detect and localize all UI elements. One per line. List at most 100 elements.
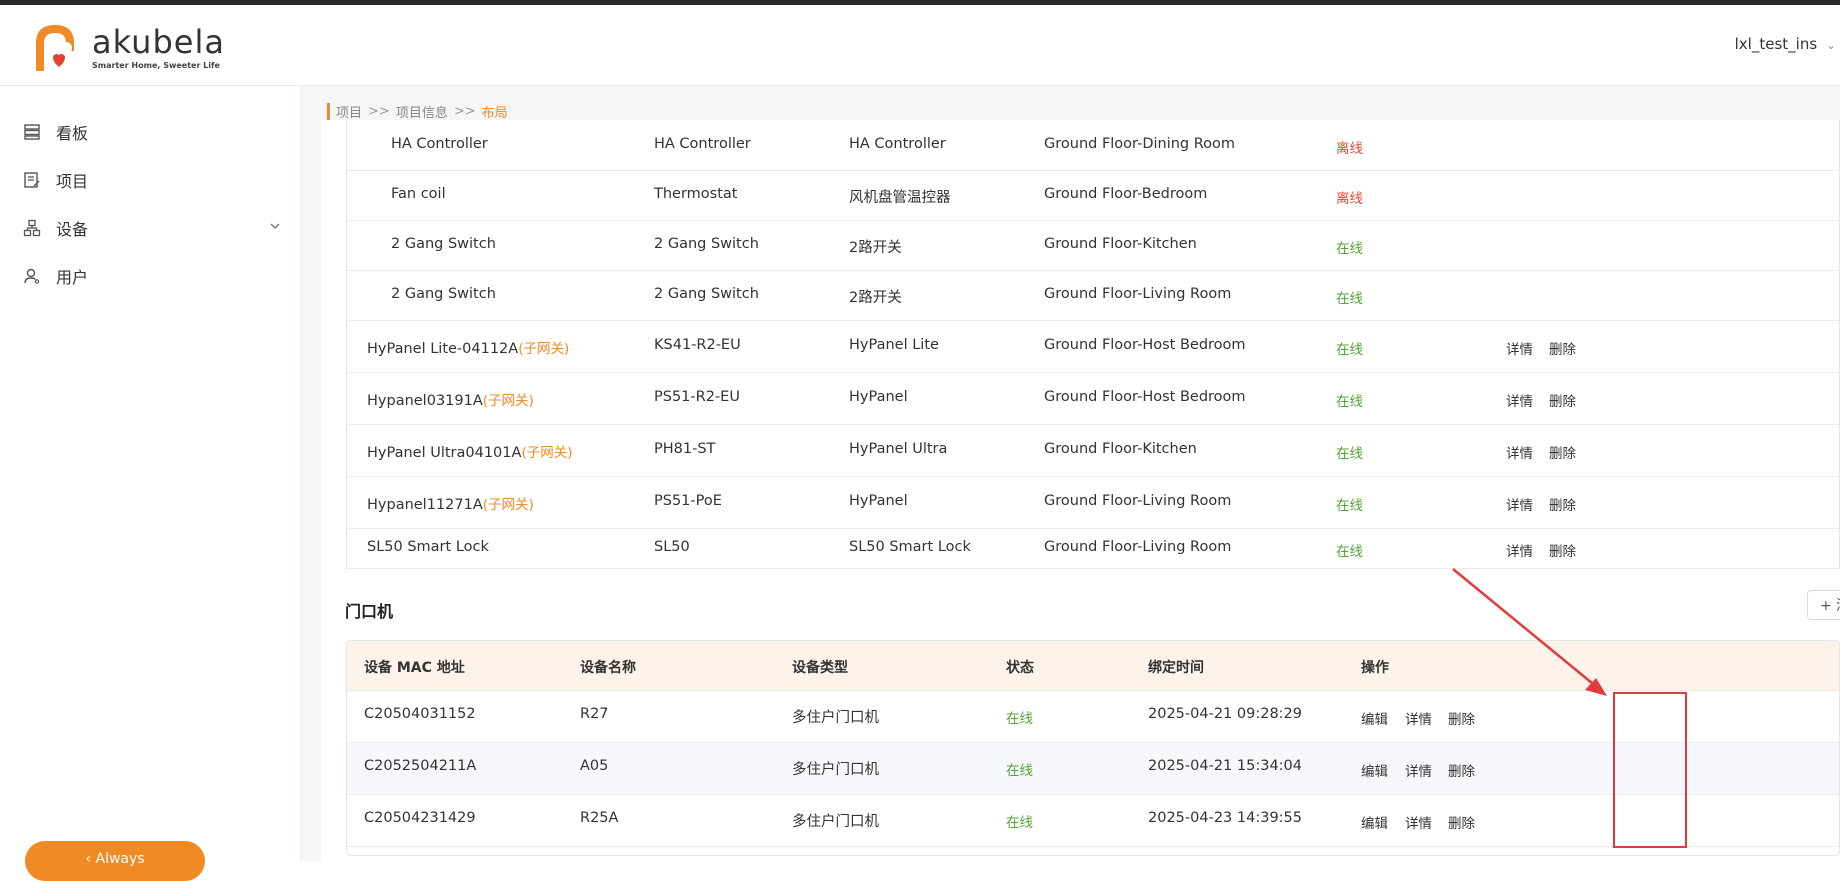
- delete-link[interactable]: 删除: [1549, 540, 1576, 560]
- delete-link[interactable]: 删除: [1549, 338, 1576, 358]
- device-name-cell: HyPanel Ultra04101A(子网关): [367, 441, 572, 461]
- delete-link[interactable]: 删除: [1448, 760, 1475, 780]
- detail-link[interactable]: 详情: [1405, 812, 1432, 832]
- device-name-cell: 2 Gang Switch: [391, 286, 496, 302]
- status-badge: 在线: [1336, 544, 1363, 560]
- device-model-cell: Thermostat: [654, 186, 738, 202]
- device-icon: [22, 218, 42, 238]
- detail-link[interactable]: 详情: [1405, 760, 1432, 780]
- sidebar-item-label: 用户: [56, 268, 89, 287]
- device-location-cell: Ground Floor-Kitchen: [1044, 441, 1197, 457]
- breadcrumb-separator: >>: [453, 104, 476, 119]
- device-location-cell: Ground Floor-Kitchen: [1044, 236, 1197, 252]
- delete-link[interactable]: 删除: [1549, 494, 1576, 514]
- sidebar: 看板 项目 设备 用户 ‹ Always: [0, 86, 301, 881]
- device-name-cell: SL50 Smart Lock: [367, 539, 489, 555]
- device-name: 2 Gang Switch: [391, 286, 496, 302]
- sidebar-item-project[interactable]: 项目: [22, 165, 88, 195]
- device-location-cell: Ground Floor-Dining Room: [1044, 136, 1236, 152]
- status-badge: 在线: [1336, 291, 1363, 307]
- device-name: HyPanel Lite-04112A: [367, 341, 519, 357]
- edit-link[interactable]: 编辑: [1361, 812, 1388, 832]
- sidebar-item-label: 项目: [56, 172, 89, 191]
- device-name-cell: Hypanel03191A(子网关): [367, 389, 534, 409]
- detail-link[interactable]: 详情: [1506, 338, 1533, 358]
- status-badge: 在线: [1006, 815, 1033, 831]
- detail-link[interactable]: 详情: [1506, 540, 1533, 560]
- device-type-cell: HyPanel Ultra: [849, 441, 948, 457]
- device-name: Fan coil: [391, 186, 446, 202]
- device-type-cell: 2路开关: [849, 240, 902, 256]
- device-type-cell: HyPanel: [849, 389, 908, 405]
- device-location-cell: Ground Floor-Bedroom: [1044, 186, 1208, 202]
- door-section-title: 门口机: [345, 602, 394, 621]
- device-location-cell: Ground Floor-Living Room: [1044, 539, 1232, 555]
- detail-link[interactable]: 详情: [1405, 708, 1432, 728]
- mac-cell: C20504031152: [364, 706, 476, 722]
- table-row: 2 Gang Switch 2 Gang Switch 2路开关 Ground Flo…: [347, 221, 1840, 271]
- breadcrumb-accent-bar: [327, 102, 330, 121]
- dashboard-icon: [22, 122, 42, 142]
- device-type-cell: HyPanel: [849, 493, 908, 509]
- device-model-cell: PH81-ST: [654, 441, 716, 457]
- device-name-cell: HyPanel Lite-04112A(子网关): [367, 337, 569, 357]
- table-row: C2052504211A A05 多住户门口机 2025-04-21 15:34:04…: [347, 743, 1839, 795]
- sub-gateway-tag: (子网关): [482, 497, 534, 513]
- collapse-sidebar-button[interactable]: ‹ Always: [25, 841, 205, 881]
- main-content: 项目 >> 项目信息 >> 布局 HA Controller HA Control…: [301, 86, 1840, 861]
- layout-panel: HA Controller HA Controller HA Controller G…: [321, 120, 1840, 861]
- detail-link[interactable]: 详情: [1506, 494, 1533, 514]
- sidebar-item-device[interactable]: 设备: [22, 213, 282, 243]
- device-model-cell: 2 Gang Switch: [654, 286, 759, 302]
- device-type-cell: HA Controller: [849, 136, 946, 152]
- table-row: C20504231429 R25A 多住户门口机 2025-04-23 14:39:5…: [347, 795, 1839, 847]
- delete-link[interactable]: 删除: [1549, 390, 1576, 410]
- device-name: HyPanel Ultra04101A: [367, 445, 522, 461]
- sidebar-item-label: 设备: [56, 220, 89, 239]
- status-badge: 在线: [1336, 241, 1363, 257]
- detail-link[interactable]: 详情: [1506, 442, 1533, 462]
- bind-time-cell: 2025-04-21 09:28:29: [1148, 706, 1302, 722]
- detail-link[interactable]: 详情: [1506, 390, 1533, 410]
- status-badge: 在线: [1336, 498, 1363, 514]
- akubela-logo[interactable]: akubela Smarter Home, Sweeter Life: [30, 21, 230, 77]
- sidebar-item-dashboard[interactable]: 看板: [22, 117, 88, 147]
- breadcrumb: 项目 >> 项目信息 >> 布局: [327, 102, 508, 121]
- breadcrumb-item-project-info[interactable]: 项目信息: [396, 102, 448, 121]
- device-name-cell: R25A: [580, 810, 619, 826]
- delete-link[interactable]: 删除: [1549, 442, 1576, 462]
- status-badge: 在线: [1006, 763, 1033, 779]
- table-row: SL50 Smart Lock SL50 SL50 Smart Lock Ground…: [347, 529, 1840, 569]
- device-name-cell: Fan coil: [391, 186, 446, 202]
- device-location-cell: Ground Floor-Host Bedroom: [1044, 337, 1246, 353]
- edit-link[interactable]: 编辑: [1361, 760, 1388, 780]
- table-row: Fan coil Thermostat 风机盘管温控器 Ground Floor-Be…: [347, 171, 1840, 221]
- column-header-bind-time: 绑定时间: [1148, 660, 1204, 676]
- sub-gateway-tag: (子网关): [518, 341, 570, 357]
- device-name-cell: 2 Gang Switch: [391, 236, 496, 252]
- app-header: akubela Smarter Home, Sweeter Life lxl_t…: [0, 5, 1840, 86]
- table-row: HyPanel Lite-04112A(子网关) KS41-R2-EU HyPane…: [347, 321, 1840, 373]
- delete-link[interactable]: 删除: [1448, 812, 1475, 832]
- edit-link[interactable]: 编辑: [1361, 708, 1388, 728]
- delete-link[interactable]: 删除: [1448, 708, 1475, 728]
- add-door-device-button[interactable]: + 添加: [1807, 590, 1840, 620]
- device-name: Hypanel11271A: [367, 497, 483, 513]
- chevron-down-icon: [270, 223, 280, 229]
- device-type-cell: 多住户门口机: [792, 710, 879, 726]
- logo-tagline: Smarter Home, Sweeter Life: [92, 61, 220, 70]
- logo-mark-icon: [36, 25, 74, 71]
- sidebar-item-user[interactable]: 用户: [22, 261, 88, 291]
- device-name-cell: Hypanel11271A(子网关): [367, 493, 534, 513]
- breadcrumb-separator: >>: [368, 104, 390, 119]
- user-menu[interactable]: lxl_test_ins ⌄: [1735, 35, 1836, 53]
- sub-gateway-tag: (子网关): [482, 393, 534, 409]
- table-row: Hypanel03191A(子网关) PS51-R2-EU HyPanel Groun…: [347, 373, 1840, 425]
- device-type-cell: 多住户门口机: [792, 814, 879, 830]
- status-badge: 在线: [1006, 711, 1033, 727]
- table-row: 2 Gang Switch 2 Gang Switch 2路开关 Ground Flo…: [347, 271, 1840, 321]
- breadcrumb-item-project[interactable]: 项目: [336, 102, 362, 121]
- device-location-cell: Ground Floor-Living Room: [1044, 286, 1232, 302]
- device-model-cell: HA Controller: [654, 136, 751, 152]
- table-row: HA Controller HA Controller HA Controller G…: [347, 120, 1840, 171]
